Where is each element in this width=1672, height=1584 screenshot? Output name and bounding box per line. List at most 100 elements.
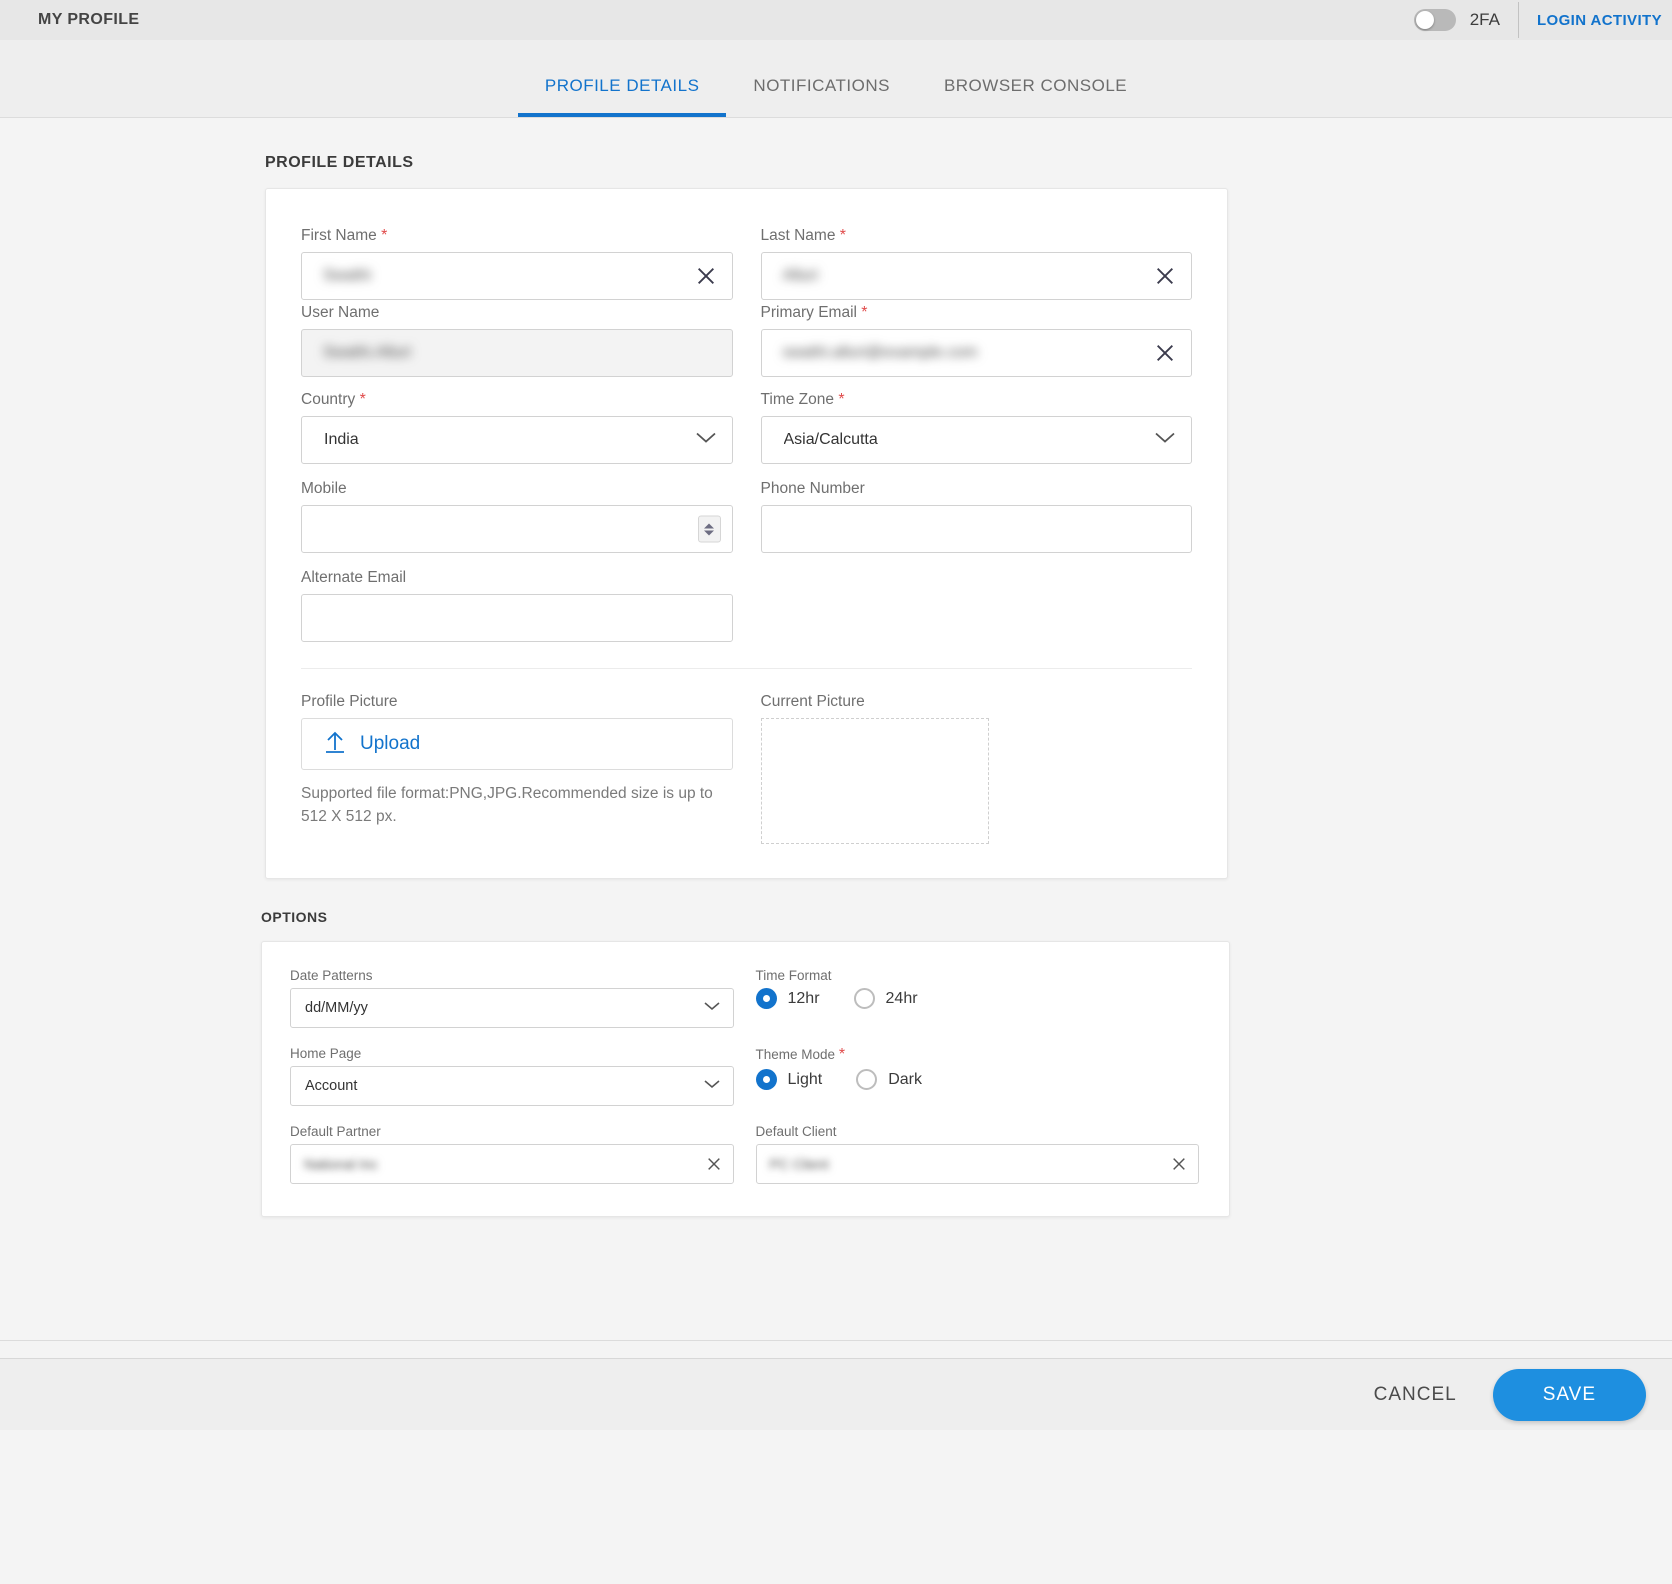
alternate-email-input[interactable] [301,594,733,642]
mobile-label: Mobile [301,480,347,497]
required-marker: * [838,391,845,408]
radio-indicator [755,988,777,1009]
profile-picture-label: Profile Picture [301,693,398,710]
field-user-name: User Name Swathi.Alluri [301,304,733,377]
upload-button[interactable]: Upload [301,718,733,770]
clear-icon[interactable] [706,1156,722,1172]
radio-indicator [856,1069,878,1090]
field-primary-email: Primary Email * swathi.alluri@example.co… [760,304,1192,377]
clear-icon[interactable] [1154,342,1176,364]
upload-helper-text: Supported file format:PNG,JPG.Recommende… [301,785,713,826]
required-marker: * [359,391,366,408]
primary-email-label: Primary Email * [760,304,868,321]
primary-email-input[interactable] [760,329,1192,377]
mobile-number-stepper[interactable] [697,515,721,543]
radio-label: Light [787,1070,823,1088]
profile-details-heading: PROFILE DETAILS [265,154,414,171]
time-format-label: Time Format [755,968,832,983]
country-label: Country * [301,391,366,408]
time-zone-label: Time Zone * [760,391,845,408]
top-bar-actions: 2FA LOGIN ACTIVITY [1413,0,1672,40]
tab-notifications[interactable]: NOTIFICATIONS [726,76,917,117]
radio-indicator [755,1069,777,1090]
radio-label: 24hr [885,989,918,1007]
default-partner-label: Default Partner [290,1124,381,1139]
save-button[interactable]: SAVE [1492,1368,1646,1421]
date-patterns-select[interactable] [290,988,734,1028]
field-home-page: Home Page [290,1046,734,1106]
page-title: MY PROFILE [38,11,140,28]
field-default-client: Default Client PC Client [755,1124,1199,1184]
default-client-label: Default Client [755,1124,837,1139]
twofa-label: 2FA [1469,10,1500,29]
profile-details-card: First Name * Swathi Last Name * Alluri U… [265,188,1228,879]
field-default-partner: Default Partner National Inc [290,1124,734,1184]
field-date-patterns: Date Patterns [290,968,734,1028]
twofa-toggle[interactable] [1413,9,1456,31]
cancel-button[interactable]: CANCEL [1368,1383,1463,1407]
radio-label: Dark [888,1070,922,1088]
clear-icon[interactable] [695,265,717,287]
theme-mode-radio-group: Light Dark [755,1069,1200,1090]
content-bottom-strip [0,1340,1672,1358]
time-format-radio-group: 12hr 24hr [755,988,1200,1009]
stepper-down-icon[interactable] [704,530,714,535]
field-current-picture: Current Picture [760,693,1193,844]
last-name-label: Last Name * [760,227,847,244]
user-name-input [301,329,733,377]
theme-mode-label: Theme Mode * [755,1046,846,1063]
radio-theme-light[interactable]: Light [755,1069,823,1090]
required-marker: * [839,227,846,244]
radio-theme-dark[interactable]: Dark [856,1069,922,1090]
field-time-format: Time Format 12hr 24hr [755,968,1200,1028]
home-page-select[interactable] [290,1066,734,1106]
default-partner-input[interactable] [290,1144,734,1184]
time-zone-select[interactable] [760,416,1192,464]
footer-action-bar: CANCEL SAVE [0,1358,1672,1430]
radio-time-format-12hr[interactable]: 12hr [755,988,820,1009]
clear-icon[interactable] [1171,1156,1187,1172]
section-divider [301,668,1192,669]
field-time-zone: Time Zone * [760,391,1192,464]
stepper-up-icon[interactable] [704,523,714,528]
first-name-input[interactable] [301,252,733,300]
home-page-label: Home Page [290,1046,362,1061]
tab-browser-console[interactable]: BROWSER CONSOLE [917,76,1154,117]
phone-number-label: Phone Number [760,480,865,497]
field-last-name: Last Name * Alluri [760,227,1192,300]
clear-icon[interactable] [1154,265,1176,287]
field-alternate-email: Alternate Email [301,569,733,642]
required-marker: * [838,1046,846,1063]
radio-time-format-24hr[interactable]: 24hr [853,988,918,1009]
field-mobile: Mobile [301,480,733,553]
radio-indicator [853,988,875,1009]
field-phone-number: Phone Number [760,480,1192,553]
required-marker: * [381,227,388,244]
last-name-input[interactable] [760,252,1192,300]
field-first-name: First Name * Swathi [301,227,733,300]
top-bar: MY PROFILE 2FA LOGIN ACTIVITY [0,0,1672,40]
user-name-label: User Name [301,304,380,321]
tab-profile-details[interactable]: PROFILE DETAILS [517,76,727,117]
field-country: Country * [301,391,733,464]
login-activity-link[interactable]: LOGIN ACTIVITY [1537,12,1662,29]
options-card: Date Patterns Time Format 12hr [261,941,1230,1217]
country-select[interactable] [301,416,733,464]
first-name-label: First Name * [301,227,388,244]
current-picture-placeholder [760,718,989,844]
default-client-input[interactable] [755,1144,1199,1184]
toolbar-divider [1517,2,1519,38]
required-marker: * [861,304,868,321]
date-patterns-label: Date Patterns [290,968,373,983]
phone-number-input[interactable] [760,505,1192,553]
upload-button-label: Upload [360,733,421,754]
mobile-input[interactable] [301,505,733,553]
current-picture-label: Current Picture [760,693,865,710]
alternate-email-label: Alternate Email [301,569,407,586]
options-heading: OPTIONS [261,909,328,925]
upload-icon [324,730,346,759]
field-theme-mode: Theme Mode * Light Dark [755,1046,1200,1106]
twofa-toggle-knob [1415,11,1434,29]
field-profile-picture: Profile Picture Upload Supported file fo… [301,693,733,844]
